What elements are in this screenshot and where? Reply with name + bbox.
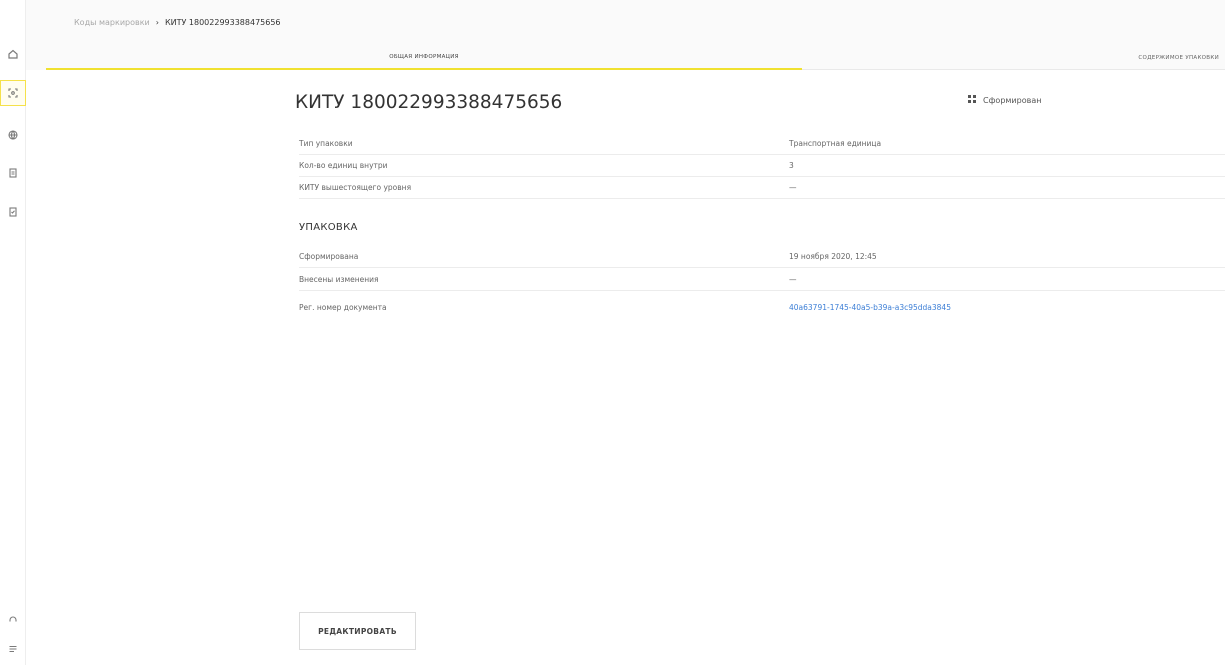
globe-icon[interactable] <box>0 122 26 148</box>
info-row-units-inside: Кол-во единиц внутри 3 <box>299 155 1225 177</box>
tab-general-info[interactable]: ОБЩАЯ ИНФОРМАЦИЯ <box>46 46 802 70</box>
codes-icon[interactable] <box>0 80 26 106</box>
row-label: Тип упаковки <box>299 139 353 148</box>
row-label: Рег. номер документа <box>299 302 387 312</box>
status-text: Сформирован <box>983 95 1042 105</box>
document-number-link[interactable]: 40a63791-1745-40a5-b39a-a3c95dda3845 <box>789 303 951 312</box>
breadcrumb-link-codes[interactable]: Коды маркировки <box>74 18 150 27</box>
row-label: Сформирована <box>299 252 359 261</box>
document-icon[interactable] <box>0 160 26 186</box>
breadcrumb-separator: › <box>155 18 159 27</box>
row-label: КИТУ вышестоящего уровня <box>299 183 412 192</box>
menu-icon[interactable] <box>0 636 26 662</box>
checklist-icon[interactable] <box>0 199 26 225</box>
breadcrumb-current: КИТУ 180022993388475656 <box>164 18 281 27</box>
info-row-changes: Внесены изменения — <box>299 269 1225 291</box>
edit-button[interactable]: РЕДАКТИРОВАТЬ <box>299 612 416 650</box>
row-label: Кол-во единиц внутри <box>299 161 388 170</box>
row-value: — <box>789 275 797 284</box>
breadcrumb: Коды маркировки › КИТУ 18002299338847565… <box>74 18 281 27</box>
row-value: — <box>789 183 797 192</box>
page-title: КИТУ 180022993388475656 <box>295 92 563 113</box>
tab-package-contents[interactable]: СОДЕРЖИМОЕ УПАКОВКИ <box>802 46 1225 70</box>
home-icon[interactable] <box>0 41 26 67</box>
row-value: Транспортная единица <box>789 139 882 148</box>
row-value: 19 ноября 2020, 12:45 <box>789 252 877 261</box>
status-badge: Сформирован <box>967 94 1041 106</box>
info-row-package-type: Тип упаковки Транспортная единица <box>299 133 1225 155</box>
info-row-doc-number: Рег. номер документа 40a63791-1745-40a5-… <box>299 296 1225 318</box>
support-icon[interactable] <box>0 606 26 632</box>
section-title-packaging: УПАКОВКА <box>299 222 358 233</box>
grid-icon <box>967 94 977 106</box>
sidebar <box>0 0 26 665</box>
row-value: 3 <box>789 161 794 170</box>
row-label: Внесены изменения <box>299 275 379 284</box>
info-row-formed: Сформирована 19 ноября 2020, 12:45 <box>299 246 1225 268</box>
info-row-parent-kitu: КИТУ вышестоящего уровня — <box>299 177 1225 199</box>
